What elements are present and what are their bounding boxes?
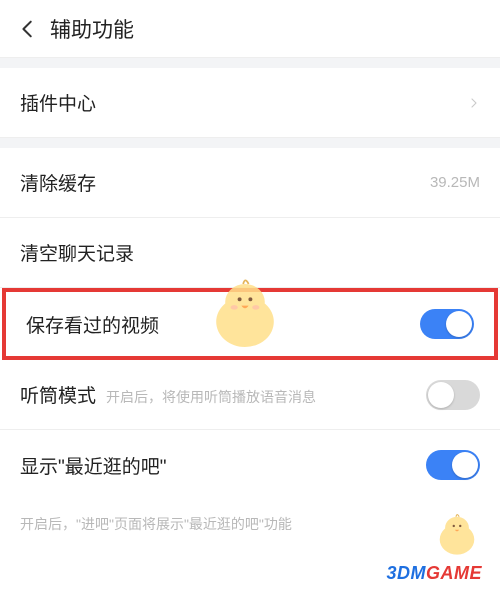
save-videos-label: 保存看过的视频	[26, 311, 159, 338]
clear-chat-label: 清空聊天记录	[20, 239, 134, 266]
row-clear-chat[interactable]: 清空聊天记录	[0, 218, 500, 288]
chevron-left-icon	[17, 18, 39, 40]
section-separator	[0, 138, 500, 148]
earpiece-mode-sublabel: 开启后，将使用听筒播放语音消息	[106, 387, 316, 407]
page-title: 辅助功能	[50, 14, 134, 44]
row-plugin-center[interactable]: 插件中心	[0, 68, 500, 138]
row-show-recent: 显示"最近逛的吧"	[0, 430, 500, 500]
cache-size-value: 39.25M	[430, 174, 480, 191]
save-videos-toggle[interactable]	[420, 309, 474, 339]
earpiece-mode-label: 听筒模式	[20, 381, 96, 408]
section-separator	[0, 58, 500, 68]
plugin-center-label: 插件中心	[20, 89, 96, 116]
watermark-brand-part1: 3DM	[386, 563, 426, 583]
toggle-knob	[452, 452, 478, 478]
row-earpiece-mode: 听筒模式 开启后，将使用听筒播放语音消息	[0, 360, 500, 430]
back-button[interactable]	[14, 15, 42, 43]
watermark-brand-part2: GAME	[426, 563, 482, 583]
row-clear-cache[interactable]: 清除缓存 39.25M	[0, 148, 500, 218]
clear-cache-label: 清除缓存	[20, 169, 96, 196]
toggle-knob	[446, 311, 472, 337]
earpiece-mode-toggle[interactable]	[426, 380, 480, 410]
header-bar: 辅助功能	[0, 0, 500, 58]
toggle-knob	[428, 382, 454, 408]
show-recent-label: 显示"最近逛的吧"	[20, 452, 167, 479]
show-recent-toggle[interactable]	[426, 450, 480, 480]
row-save-watched-videos: 保存看过的视频	[2, 288, 498, 360]
watermark-logo: 3DMGAME	[386, 563, 482, 584]
chevron-right-icon	[468, 93, 480, 113]
show-recent-note: 开启后，"进吧"页面将展示"最近逛的吧"功能	[0, 500, 500, 535]
